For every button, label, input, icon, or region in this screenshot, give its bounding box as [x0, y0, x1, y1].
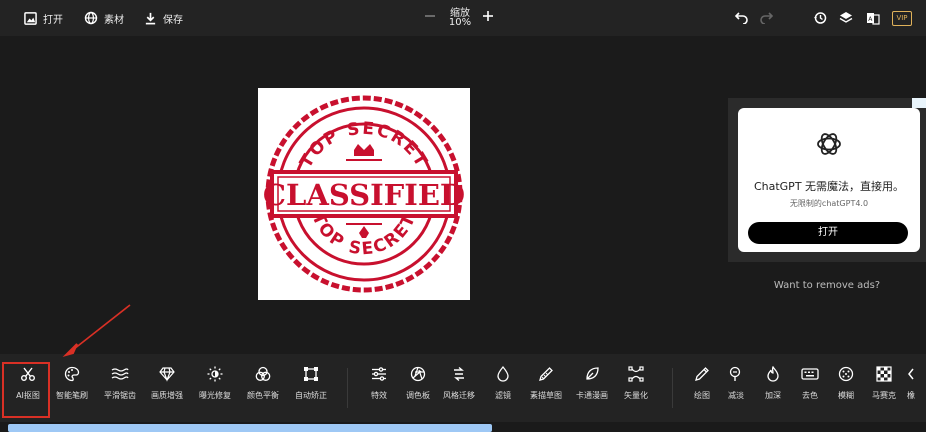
open-button[interactable]: 打开: [24, 0, 63, 36]
artboard-image[interactable]: TOP SECRET TOP SECRET CLASSIFIED: [258, 88, 470, 300]
diamond-icon: [159, 367, 175, 382]
tool-label: 模糊: [838, 391, 854, 400]
transfer-icon: [454, 366, 464, 382]
open-label: 打开: [43, 14, 63, 26]
tool-label: 颜色平衡: [247, 391, 279, 400]
tool-label: 去色: [802, 391, 818, 400]
tool-label: 风格迁移: [443, 391, 475, 400]
tool-more[interactable]: 橡: [896, 364, 926, 414]
tool-label: AI抠图: [16, 391, 40, 400]
ad-title: ChatGPT 无需魔法，直接用。: [753, 180, 905, 193]
dots-circle-icon: [838, 366, 854, 382]
sun-icon: [207, 366, 223, 382]
tool-label: 马赛克: [872, 391, 896, 400]
emblem-icon: [359, 226, 369, 238]
tool-label: 调色板: [406, 391, 430, 400]
translate-icon[interactable]: A: [866, 11, 880, 25]
history-icon[interactable]: [813, 11, 827, 25]
tool-style-transfer[interactable]: 风格迁移: [435, 364, 483, 414]
tool-label: 橡: [907, 391, 915, 400]
tool-label: 加深: [765, 391, 781, 400]
tool-label: 智能笔刷: [56, 391, 88, 400]
classified-stamp: TOP SECRET TOP SECRET CLASSIFIED: [263, 95, 465, 293]
chevron-left-icon: [908, 368, 914, 380]
openai-logo-icon: [817, 133, 841, 155]
tool-smoothing[interactable]: 平滑锯齿: [96, 364, 144, 414]
tool-label: 绘图: [694, 391, 710, 400]
tool-label: 自动矫正: [295, 391, 327, 400]
download-icon: [145, 12, 156, 24]
stamp-top-text: TOP SECRET: [296, 119, 430, 172]
tool-smart-brush[interactable]: 智能笔刷: [48, 364, 96, 414]
tool-label: 素描草图: [530, 391, 562, 400]
magnifier-icon: [729, 366, 741, 381]
tool-cartoon[interactable]: 卡通漫画: [568, 364, 616, 414]
tool-sketch[interactable]: 素描草图: [522, 364, 570, 414]
tool-ai-cutout[interactable]: AI抠图: [4, 364, 52, 414]
tool-label: 滤镜: [495, 391, 511, 400]
tool-color-balance[interactable]: 颜色平衡: [239, 364, 287, 414]
tools-toolbar: AI抠图 智能笔刷 平滑锯齿 画质增强 曝光修复 颜色平衡 自动矫正 特效 调色…: [0, 354, 926, 422]
pencil-icon: [539, 367, 553, 381]
ad-subtitle: 无限制的chatGPT4.0: [789, 199, 869, 208]
palette-icon: [64, 366, 80, 382]
redo-icon[interactable]: [760, 12, 774, 24]
assets-label: 素材: [104, 14, 124, 26]
aperture-icon: [410, 366, 426, 382]
layers-icon[interactable]: [839, 11, 853, 25]
save-label: 保存: [163, 14, 183, 26]
image-icon: [24, 11, 37, 25]
tool-auto-straighten[interactable]: 自动矫正: [287, 364, 335, 414]
checker-icon: [876, 366, 892, 382]
assets-button[interactable]: 素材: [84, 0, 124, 36]
tool-quality-enhance[interactable]: 画质增强: [143, 364, 191, 414]
tool-label: 矢量化: [624, 391, 648, 400]
circles-icon: [255, 366, 271, 381]
tool-vectorize[interactable]: 矢量化: [612, 364, 660, 414]
toolbar-divider: [672, 368, 673, 408]
nodes-icon: [628, 366, 644, 382]
drop-icon: [497, 366, 509, 382]
save-button[interactable]: 保存: [144, 0, 183, 36]
toolbar-divider: [347, 368, 348, 408]
progress-strip: [8, 424, 492, 432]
tool-label: 减淡: [728, 391, 744, 400]
ad-panel: ChatGPT 无需魔法，直接用。 无限制的chatGPT4.0 打开: [728, 98, 926, 262]
crown-icon: [354, 144, 374, 156]
tool-exposure-fix[interactable]: 曝光修复: [191, 364, 239, 414]
keyboard-icon: [801, 368, 819, 380]
flame-icon: [767, 366, 779, 382]
globe-icon: [84, 11, 98, 25]
tool-filter[interactable]: 滤镜: [479, 364, 527, 414]
tool-label: 平滑锯齿: [104, 391, 136, 400]
crop-icon: [304, 367, 318, 381]
tool-label: 卡通漫画: [576, 391, 608, 400]
sliders-icon: [372, 367, 386, 381]
ad-open-button[interactable]: 打开: [748, 222, 908, 244]
ad-choices-icon[interactable]: [912, 98, 926, 108]
leaf-icon: [586, 367, 599, 380]
zoom-in-button[interactable]: [482, 10, 494, 22]
top-bar: 打开 素材 保存 缩放 10% A VIP: [0, 0, 926, 36]
scissors-icon: [21, 367, 35, 381]
status-bar: [0, 422, 926, 432]
ad-card[interactable]: ChatGPT 无需魔法，直接用。 无限制的chatGPT4.0 打开: [738, 108, 920, 252]
remove-ads-link[interactable]: Want to remove ads?: [728, 280, 926, 291]
undo-icon[interactable]: [734, 12, 748, 24]
waves-icon: [111, 368, 129, 380]
zoom-control: 缩放 10%: [420, 4, 500, 34]
tool-label: 画质增强: [151, 391, 183, 400]
pen-icon: [695, 367, 709, 381]
tool-label: 曝光修复: [199, 391, 231, 400]
tool-label: 特效: [371, 391, 387, 400]
svg-text:TOP SECRET: TOP SECRET: [296, 119, 432, 172]
stamp-main-text: CLASSIFIED: [263, 178, 465, 212]
vip-badge[interactable]: VIP: [892, 11, 912, 26]
